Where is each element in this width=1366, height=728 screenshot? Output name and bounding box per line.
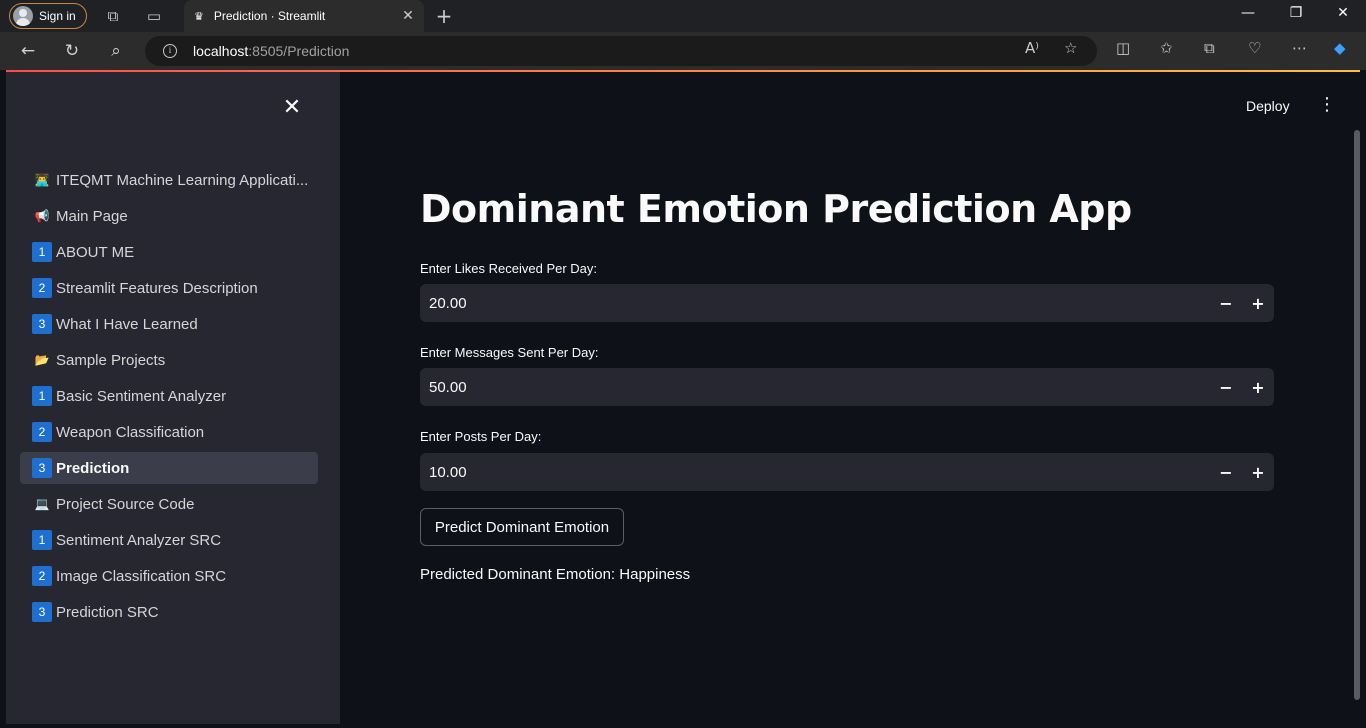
sidebar-item[interactable]: 3 What I Have Learned — [20, 308, 318, 340]
sidebar-item-label: Main Page — [56, 207, 128, 225]
increment-icon[interactable]: + — [1242, 294, 1274, 313]
read-aloud-icon[interactable]: A⁾ — [1025, 39, 1039, 57]
search-icon[interactable]: ⌕ — [105, 41, 127, 61]
favorites-icon[interactable]: ✩ — [1160, 39, 1173, 57]
tab-title: Prediction · Streamlit — [213, 9, 326, 23]
main-menu-icon[interactable]: ⋮ — [1318, 96, 1336, 114]
sidebar-nav: 👨‍💻 ITEQMT Machine Learning Applicati... 📢… — [20, 164, 318, 632]
number-badge-icon: 1 — [32, 530, 52, 550]
emoji-icon: 👨‍💻 — [34, 173, 50, 187]
likes-number-input[interactable]: 20.00 − + — [420, 284, 1274, 322]
back-icon[interactable]: ← — [17, 41, 39, 61]
sidebar-item[interactable]: 💻 Project Source Code — [20, 488, 318, 520]
scrollbar[interactable] — [1354, 130, 1360, 700]
emoji-icon: 💻 — [34, 497, 50, 511]
close-sidebar-icon[interactable]: ✕ — [282, 96, 302, 120]
sidebar-item[interactable]: 📂 Sample Projects — [20, 344, 318, 376]
page-title: Dominant Emotion Prediction App — [420, 187, 1132, 231]
copilot-icon[interactable]: ◆ — [1334, 39, 1346, 57]
number-badge-icon: 1 — [32, 386, 52, 406]
sidebar-item[interactable]: 👨‍💻 ITEQMT Machine Learning Applicati... — [20, 164, 318, 196]
decrement-icon[interactable]: − — [1210, 294, 1242, 313]
likes-value[interactable]: 20.00 — [420, 295, 1210, 312]
predict-button[interactable]: Predict Dominant Emotion — [420, 508, 624, 546]
increment-icon[interactable]: + — [1242, 463, 1274, 482]
posts-number-input[interactable]: 10.00 − + — [420, 453, 1274, 491]
url-path: :8505/Prediction — [248, 43, 350, 59]
number-badge-icon: 3 — [32, 458, 52, 478]
sidebar-item-label: Sentiment Analyzer SRC — [56, 531, 222, 549]
sidebar-item-label: Streamlit Features Description — [56, 279, 258, 297]
sidebar-item-label: Project Source Code — [56, 495, 195, 513]
sign-in-label: Sign in — [39, 9, 76, 23]
sidebar: ✕ 👨‍💻 ITEQMT Machine Learning Applicati..… — [6, 72, 340, 724]
site-info-icon[interactable]: i — [163, 44, 177, 58]
sidebar-item[interactable]: 1 Sentiment Analyzer SRC — [20, 524, 318, 556]
emoji-icon: 📢 — [34, 209, 50, 223]
sidebar-item-label: ABOUT ME — [56, 243, 135, 261]
restore-icon[interactable]: ❐ — [1286, 5, 1306, 21]
number-badge-icon: 3 — [32, 314, 52, 334]
profile-avatar-icon — [13, 6, 33, 26]
decrement-icon[interactable]: − — [1210, 378, 1242, 397]
deploy-button[interactable]: Deploy — [1246, 98, 1290, 114]
favorite-star-icon[interactable]: ☆ — [1064, 39, 1077, 57]
address-toolbar: ← ↻ ⌕ i localhost:8505/Prediction A⁾ ☆ ◫… — [0, 32, 1366, 70]
sidebar-item[interactable]: 📢 Main Page — [20, 200, 318, 232]
refresh-icon[interactable]: ↻ — [61, 41, 83, 61]
sidebar-item-label: Basic Sentiment Analyzer — [56, 387, 227, 405]
number-badge-icon: 2 — [32, 566, 52, 586]
close-tab-icon[interactable]: ✕ — [398, 8, 418, 24]
main-content: Deploy ⋮ Dominant Emotion Prediction App… — [340, 72, 1360, 724]
messages-label: Enter Messages Sent Per Day: — [420, 345, 599, 360]
likes-label: Enter Likes Received Per Day: — [420, 261, 598, 276]
number-badge-icon: 1 — [32, 242, 52, 262]
collections-icon[interactable]: ⧉ — [1204, 39, 1215, 57]
prediction-result: Predicted Dominant Emotion: Happiness — [420, 566, 691, 583]
sidebar-item-label: Weapon Classification — [56, 423, 205, 441]
increment-icon[interactable]: + — [1242, 378, 1274, 397]
sidebar-item-label: What I Have Learned — [56, 315, 198, 333]
sidebar-item-label: ITEQMT Machine Learning Applicati... — [56, 171, 309, 189]
close-window-icon[interactable]: ✕ — [1333, 5, 1353, 21]
streamlit-favicon-icon: ♛ — [194, 9, 204, 23]
messages-number-input[interactable]: 50.00 − + — [420, 368, 1274, 406]
sidebar-item[interactable]: 2 Streamlit Features Description — [20, 272, 318, 304]
browser-tab-bar: Sign in ⧉ ▭ ♛ Prediction · Streamlit ✕ +… — [0, 0, 1366, 32]
url-field[interactable]: i localhost:8505/Prediction — [145, 36, 1097, 66]
number-badge-icon: 2 — [32, 278, 52, 298]
sidebar-item-label: Image Classification SRC — [56, 567, 227, 585]
sidebar-item[interactable]: 3 Prediction — [20, 452, 318, 484]
sidebar-item[interactable]: 2 Weapon Classification — [20, 416, 318, 448]
more-options-icon[interactable]: ⋯ — [1292, 39, 1307, 57]
sidebar-item[interactable]: 1 Basic Sentiment Analyzer — [20, 380, 318, 412]
number-badge-icon: 3 — [32, 602, 52, 622]
sidebar-item[interactable]: 1 ABOUT ME — [20, 236, 318, 268]
active-tab[interactable]: ♛ Prediction · Streamlit ✕ — [184, 0, 424, 32]
sidebar-item[interactable]: 3 Prediction SRC — [20, 596, 318, 628]
split-screen-icon[interactable]: ◫ — [1116, 39, 1130, 57]
minimize-icon[interactable]: — — [1238, 5, 1258, 21]
sign-in-button[interactable]: Sign in — [9, 3, 87, 29]
new-tab-icon[interactable]: + — [434, 4, 454, 28]
sidebar-item-label: Prediction — [56, 459, 130, 477]
decrement-icon[interactable]: − — [1210, 463, 1242, 482]
number-badge-icon: 2 — [32, 422, 52, 442]
messages-value[interactable]: 50.00 — [420, 379, 1210, 396]
browser-essentials-icon[interactable]: ♡ — [1248, 39, 1261, 57]
sidebar-item-label: Sample Projects — [56, 351, 166, 369]
emoji-icon: 📂 — [34, 353, 50, 367]
sidebar-item-label: Prediction SRC — [56, 603, 159, 621]
posts-value[interactable]: 10.00 — [420, 464, 1210, 481]
sidebar-item[interactable]: 2 Image Classification SRC — [20, 560, 318, 592]
workspaces-icon[interactable]: ⧉ — [103, 6, 123, 26]
url-host: localhost — [193, 43, 249, 59]
posts-label: Enter Posts Per Day: — [420, 429, 542, 444]
tab-actions-icon[interactable]: ▭ — [144, 6, 164, 26]
